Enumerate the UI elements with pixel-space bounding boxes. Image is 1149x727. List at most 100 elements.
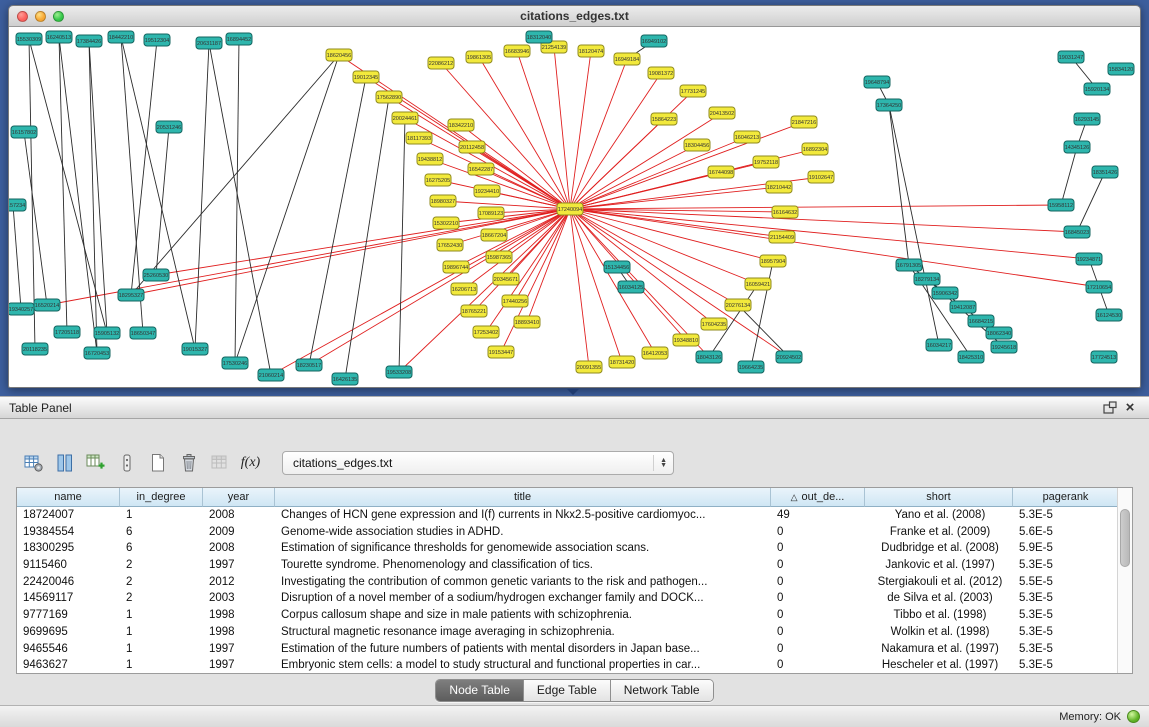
column-header-name[interactable]: name — [17, 488, 120, 507]
graph-node[interactable]: 19234410 — [474, 185, 500, 197]
delete-table-button[interactable] — [173, 449, 204, 478]
graph-edge[interactable] — [570, 209, 714, 324]
table-cell[interactable]: 0 — [771, 657, 865, 674]
graph-node[interactable]: 15834120 — [1108, 63, 1134, 75]
network-view-window[interactable]: citations_edges.txt 17240094186204561901… — [8, 5, 1141, 388]
graph-edge[interactable] — [345, 97, 389, 379]
graph-node[interactable]: 18210442 — [766, 181, 792, 193]
column-header-pagerank[interactable]: pagerank — [1013, 488, 1119, 507]
table-cell[interactable]: Embryonic stem cells: a model to study s… — [275, 657, 771, 674]
table-cell[interactable]: 1998 — [203, 607, 275, 624]
table-cell[interactable]: 2 — [120, 557, 203, 574]
table-cell[interactable]: 5.3E-5 — [1013, 557, 1119, 574]
table-cell[interactable]: 0 — [771, 557, 865, 574]
table-cell[interactable]: 0 — [771, 607, 865, 624]
table-cell[interactable]: 2 — [120, 590, 203, 607]
table-cell[interactable]: 5.5E-5 — [1013, 574, 1119, 591]
split-resize-handle[interactable] — [567, 389, 579, 395]
graph-node[interactable]: 17724513 — [1091, 351, 1117, 363]
graph-edge[interactable] — [399, 118, 405, 372]
table-cell[interactable]: 5.3E-5 — [1013, 507, 1119, 524]
graph-node[interactable]: 19340257 — [9, 303, 34, 315]
graph-edge[interactable] — [570, 209, 622, 362]
table-cell[interactable]: 22420046 — [17, 574, 120, 591]
table-cell[interactable]: 1997 — [203, 557, 275, 574]
graph-node[interactable]: 16684215 — [968, 315, 994, 327]
column-header-title[interactable]: title — [275, 488, 771, 507]
graph-node[interactable]: 15906342 — [932, 287, 958, 299]
table-cell[interactable]: 49 — [771, 507, 865, 524]
graph-node[interactable]: 18731420 — [609, 356, 635, 368]
graph-node[interactable]: 17440256 — [502, 295, 528, 307]
graph-node[interactable]: 17089123 — [478, 207, 504, 219]
table-cell[interactable]: Yano et al. (2008) — [865, 507, 1013, 524]
graph-node[interactable]: 17210654 — [1086, 281, 1112, 293]
graph-node[interactable]: 17384426 — [76, 35, 102, 47]
graph-node[interactable]: 21060214 — [258, 369, 284, 381]
table-cell[interactable]: 1 — [120, 607, 203, 624]
table-cell[interactable]: 1 — [120, 657, 203, 674]
table-cell[interactable]: Stergiakouli et al. (2012) — [865, 574, 1013, 591]
graph-edge[interactable] — [570, 172, 721, 209]
table-cell[interactable]: 9699695 — [17, 624, 120, 641]
column-header-in_degree[interactable]: in_degree — [120, 488, 203, 507]
graph-node[interactable]: 14345126 — [1064, 141, 1090, 153]
graph-node[interactable]: 16845023 — [1064, 226, 1090, 238]
table-cell[interactable]: 6 — [120, 540, 203, 557]
graph-node[interactable]: 16949102 — [641, 35, 667, 47]
table-cell[interactable]: 5.3E-5 — [1013, 657, 1119, 674]
column-header-short[interactable]: short — [865, 488, 1013, 507]
graph-node[interactable]: 15134456 — [604, 261, 630, 273]
graph-node[interactable]: 20112458 — [459, 141, 485, 153]
graph-node[interactable]: 16720453 — [84, 347, 110, 359]
table-row[interactable]: 911546021997Tourette syndrome. Phenomeno… — [17, 557, 1117, 574]
graph-edge[interactable] — [570, 209, 1089, 259]
graph-node[interactable]: 20413502 — [709, 107, 735, 119]
graph-edge[interactable] — [309, 209, 570, 365]
table-cell[interactable]: Investigating the contribution of common… — [275, 574, 771, 591]
table-row[interactable]: 1456911722003Disruption of a novel membe… — [17, 590, 1117, 607]
graph-node[interactable]: 15302210 — [433, 217, 459, 229]
table-cell[interactable]: Nakamura et al. (1997) — [865, 641, 1013, 658]
graph-node[interactable]: 20924502 — [776, 351, 802, 363]
graph-edge[interactable] — [89, 41, 97, 353]
graph-node[interactable]: 19512304 — [144, 34, 170, 46]
graph-edge[interactable] — [570, 119, 664, 209]
graph-node[interactable]: 19015327 — [182, 343, 208, 355]
table-cell[interactable]: 1998 — [203, 624, 275, 641]
graph-node[interactable]: 19533208 — [386, 366, 412, 378]
graph-edge[interactable] — [131, 40, 157, 295]
graph-node[interactable]: 15905132 — [94, 327, 120, 339]
table-cell[interactable]: Hescheler et al. (1997) — [865, 657, 1013, 674]
table-cell[interactable]: Wolkin et al. (1998) — [865, 624, 1013, 641]
graph-edge[interactable] — [570, 59, 627, 209]
table-cell[interactable]: Disruption of a novel member of a sodium… — [275, 590, 771, 607]
graph-node[interactable]: 19896744 — [443, 261, 469, 273]
graph-node[interactable]: 18893410 — [514, 316, 540, 328]
table-cell[interactable]: 18300295 — [17, 540, 120, 557]
graph-node[interactable]: 17530246 — [222, 357, 248, 369]
graph-edge[interactable] — [570, 209, 782, 237]
table-cell[interactable]: de Silva et al. (2003) — [865, 590, 1013, 607]
network-window-titlebar[interactable]: citations_edges.txt — [9, 6, 1140, 27]
table-cell[interactable]: Genome-wide association studies in ADHD. — [275, 524, 771, 541]
table-cell[interactable]: 18724007 — [17, 507, 120, 524]
graph-node[interactable]: 16894452 — [226, 33, 252, 45]
table-cell[interactable]: 5.3E-5 — [1013, 624, 1119, 641]
graph-node[interactable]: 19648794 — [864, 76, 890, 88]
graph-node[interactable]: 20276134 — [725, 299, 751, 311]
graph-edge[interactable] — [24, 132, 47, 305]
graph-edge[interactable] — [271, 209, 570, 375]
graph-node[interactable]: 21847216 — [791, 116, 817, 128]
graph-edge[interactable] — [472, 147, 570, 209]
table-cell[interactable]: 2008 — [203, 540, 275, 557]
graph-node[interactable]: 19102647 — [808, 171, 834, 183]
graph-node[interactable]: 18062340 — [986, 327, 1012, 339]
graph-node[interactable]: 17652430 — [437, 239, 463, 251]
table-row[interactable]: 969969511998Structural magnetic resonanc… — [17, 624, 1117, 641]
graph-edge[interactable] — [570, 187, 779, 209]
graph-node[interactable]: 15987365 — [486, 251, 512, 263]
graph-node[interactable]: 19153447 — [488, 346, 514, 358]
graph-edge[interactable] — [89, 41, 107, 333]
graph-node[interactable]: 16046213 — [734, 131, 760, 143]
